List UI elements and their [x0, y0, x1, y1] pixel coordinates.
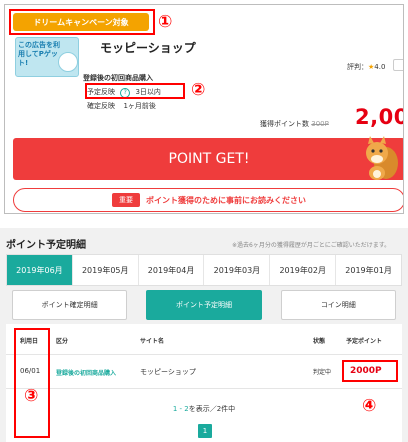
- shop-name: モッピーショップ: [100, 41, 196, 55]
- offer-panel: ドリームキャンペーン対象 ① この広告を利用してPゲット! モッピーショップ 登…: [4, 4, 404, 214]
- month-tab-2019-02[interactable]: 2019年02月: [270, 255, 337, 285]
- favorite-button[interactable]: [393, 59, 403, 71]
- annotation-box-1: [9, 9, 155, 35]
- points-big: 2,000: [355, 105, 403, 129]
- points-label-text: 獲得ポイント数: [260, 120, 309, 128]
- confirm-label: 確定反映: [87, 102, 115, 110]
- points-old: 300P: [311, 120, 329, 128]
- annotation-box-3: [14, 328, 50, 438]
- month-tab-2019-04[interactable]: 2019年04月: [139, 255, 205, 285]
- notice-tag: 重要: [112, 193, 140, 207]
- column-header-site: サイト名: [140, 338, 165, 345]
- points-label: 獲得ポイント数 300P: [260, 119, 329, 129]
- history-table: 利用日 区分 サイト名 状態 予定ポイント 06/01 登録後の初回商品購入 モ…: [6, 324, 402, 442]
- column-header-status: 状態: [313, 338, 326, 345]
- confirm-value: 1ヶ月前後: [123, 102, 156, 110]
- annotation-box-2: [85, 83, 185, 99]
- month-tab-2019-06[interactable]: 2019年06月: [7, 255, 73, 285]
- pager-range: 1 - 2: [172, 405, 189, 413]
- annotation-number-1: ①: [158, 12, 173, 32]
- column-header-category: 区分: [56, 338, 69, 345]
- row-status: 判定中: [313, 369, 332, 376]
- column-header-points: 予定ポイント: [346, 338, 383, 345]
- pager-text: を表示／2件中: [188, 405, 236, 413]
- tab-coin-details[interactable]: コイン明細: [280, 290, 396, 320]
- important-notice-link[interactable]: 重要 ポイント獲得のために事前にお読みください: [13, 188, 403, 212]
- pager-summary: 1 - 2を表示／2件中: [6, 404, 402, 414]
- confirm-row: 確定反映 1ヶ月前後: [87, 101, 156, 111]
- table-divider: [6, 354, 402, 355]
- page-button-1[interactable]: 1: [198, 424, 212, 438]
- section-note: ※過去6ヶ月分の獲得履歴が月ごとにご確認いただけます。: [232, 242, 391, 249]
- tab-scheduled-points[interactable]: ポイント予定明細: [146, 290, 262, 320]
- month-tab-2019-01[interactable]: 2019年01月: [336, 255, 401, 285]
- point-get-button[interactable]: POINT GET!: [13, 138, 403, 180]
- annotation-number-3: ③: [24, 386, 39, 406]
- annotation-number-2: ②: [191, 80, 206, 100]
- tab-confirmed-points[interactable]: ポイント確定明細: [12, 290, 128, 320]
- section-title: ポイント予定明細: [6, 240, 86, 251]
- table-divider: [6, 388, 402, 389]
- condition-text: 登録後の初回商品購入: [83, 74, 153, 82]
- banner-text: この広告を利用してPゲット!: [18, 41, 60, 67]
- rating: 評判：★4.0: [347, 62, 385, 72]
- row-category-link[interactable]: 登録後の初回商品購入: [56, 368, 116, 377]
- month-tab-2019-05[interactable]: 2019年05月: [73, 255, 139, 285]
- annotation-box-4: [342, 360, 398, 382]
- month-tabs: 2019年06月 2019年05月 2019年04月 2019年03月 2019…: [6, 254, 402, 286]
- row-site: モッピーショップ: [140, 368, 196, 376]
- rating-label: 評判：: [347, 63, 368, 71]
- squirrel-mascot-icon: [366, 136, 398, 180]
- mascot-icon: [58, 52, 78, 72]
- offer-banner-image: この広告を利用してPゲット!: [15, 37, 79, 77]
- month-tab-2019-03[interactable]: 2019年03月: [204, 255, 271, 285]
- rating-value: 4.0: [374, 63, 386, 71]
- detail-subtabs: ポイント確定明細 ポイント予定明細 コイン明細: [6, 290, 402, 320]
- notice-text: ポイント獲得のために事前にお読みください: [146, 195, 306, 205]
- point-history-panel: ポイント予定明細 ※過去6ヶ月分の獲得履歴が月ごとにご確認いただけます。 201…: [0, 228, 408, 442]
